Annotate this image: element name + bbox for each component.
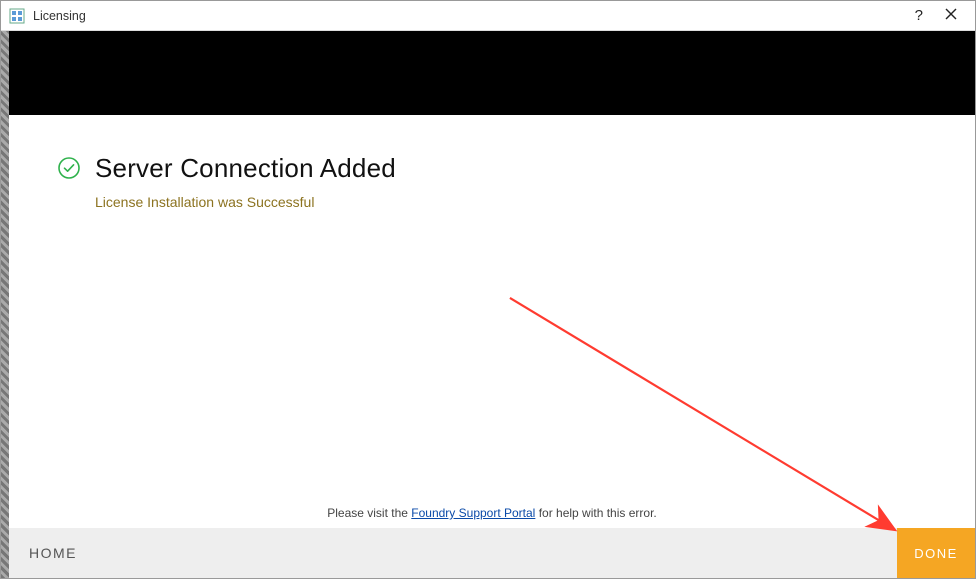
dialog-footer: HOME DONE bbox=[9, 528, 975, 578]
content-area: Server Connection Added License Installa… bbox=[9, 115, 975, 528]
status-text-block: Server Connection Added License Installa… bbox=[95, 153, 396, 210]
help-line: Please visit the Foundry Support Portal … bbox=[9, 506, 975, 520]
licensing-dialog: Licensing ? Server C bbox=[0, 0, 976, 579]
status-row: Server Connection Added License Installa… bbox=[57, 153, 927, 210]
window-controls: ? bbox=[915, 7, 969, 25]
status-subtitle: License Installation was Successful bbox=[95, 194, 396, 210]
dialog-body: Server Connection Added License Installa… bbox=[9, 31, 975, 578]
help-button[interactable]: ? bbox=[915, 7, 923, 24]
app-icon bbox=[9, 8, 25, 24]
support-portal-link[interactable]: Foundry Support Portal bbox=[411, 506, 535, 520]
dialog-header bbox=[9, 31, 975, 115]
status-title: Server Connection Added bbox=[95, 153, 396, 184]
done-button[interactable]: DONE bbox=[897, 528, 975, 578]
close-button[interactable] bbox=[945, 7, 957, 25]
help-line-suffix: for help with this error. bbox=[535, 506, 656, 520]
help-line-prefix: Please visit the bbox=[327, 506, 411, 520]
window-title: Licensing bbox=[33, 9, 86, 23]
titlebar: Licensing ? bbox=[1, 1, 975, 31]
home-button[interactable]: HOME bbox=[9, 528, 97, 578]
background-strip bbox=[1, 31, 9, 578]
success-check-icon bbox=[57, 156, 81, 185]
